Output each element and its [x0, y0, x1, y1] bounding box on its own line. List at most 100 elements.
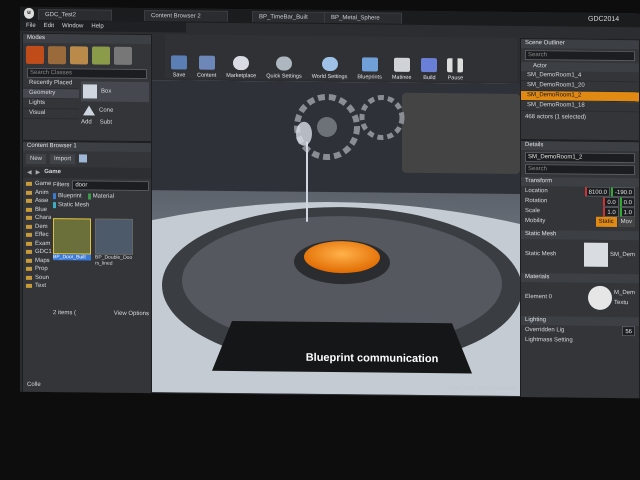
actor-count: 468 actors (1 selected): [525, 114, 587, 121]
material-thumbnail[interactable]: [587, 285, 612, 310]
import-button[interactable]: Import: [50, 154, 76, 165]
menu-help[interactable]: Help: [91, 24, 103, 30]
details-search-input[interactable]: Search: [525, 164, 635, 176]
save-button[interactable]: Save: [167, 38, 191, 78]
filter-material[interactable]: Material: [87, 193, 115, 200]
collections-toggle[interactable]: Colle: [27, 382, 41, 388]
rotation-x[interactable]: 0.0: [603, 196, 619, 208]
main-toolbar: Save Content Marketplace Quick Settings …: [165, 34, 517, 82]
lighting-value[interactable]: 56: [622, 326, 635, 337]
blueprints-button[interactable]: Blueprints: [353, 40, 385, 81]
category-recently-placed[interactable]: Recently Placed: [23, 78, 79, 90]
content-browser-panel: Content Browser 1 New Import ◀ ▶ Game Ga…: [22, 140, 152, 395]
menu-file[interactable]: File: [26, 23, 36, 29]
engine-logo: u: [24, 7, 34, 19]
content-icon: [198, 55, 215, 70]
paint-mode-icon[interactable]: [48, 46, 66, 65]
scene-outliner-tab[interactable]: Scene Outliner: [521, 39, 639, 50]
folder-sounds[interactable]: Soun: [23, 273, 51, 282]
mobility-movable[interactable]: Mov: [617, 217, 635, 228]
actor-name-field[interactable]: SM_DemoRoom1_2: [525, 152, 635, 164]
world-settings-button[interactable]: World Settings: [308, 40, 352, 80]
box-label: Box: [101, 88, 112, 95]
path-game[interactable]: Game: [44, 169, 61, 176]
filter-static-mesh[interactable]: Static Mesh: [53, 202, 149, 210]
brush-add-radio[interactable]: Add: [81, 119, 92, 125]
tab-content-browser-2[interactable]: Content Browser 2: [144, 10, 228, 22]
location-y[interactable]: -190.0: [610, 186, 635, 198]
filter-blueprint[interactable]: Blueprint: [53, 193, 82, 200]
place-mode-icon[interactable]: [26, 45, 44, 65]
forward-icon[interactable]: ▶: [36, 169, 41, 176]
material-sub: Textu: [613, 299, 629, 307]
filters-button[interactable]: Filters: [53, 182, 69, 188]
tab-level[interactable]: GDC_Test2: [38, 8, 112, 21]
blueprint-icon: [361, 57, 378, 72]
build-icon: [421, 57, 438, 73]
pause-button[interactable]: Pause: [443, 41, 467, 81]
level-viewport[interactable]: Blueprint communication Level: GDC_Test2…: [152, 80, 520, 396]
folder-effects[interactable]: Effec: [23, 231, 51, 240]
outliner-search-input[interactable]: Search: [525, 50, 635, 62]
save-label: Save: [172, 72, 186, 79]
folder-demo[interactable]: Dem: [23, 222, 51, 231]
category-geometry[interactable]: Geometry: [23, 88, 79, 100]
mesh-thumbnail[interactable]: [583, 242, 608, 267]
folder-animations[interactable]: Anim: [23, 188, 51, 197]
blueprint-thumbnail-icon: [95, 218, 133, 255]
tab-bp-timebar[interactable]: BP_TimeBar_Built: [252, 11, 330, 23]
folder-props[interactable]: Prop: [23, 265, 51, 274]
menu-window[interactable]: Window: [62, 23, 83, 29]
quick-settings-button[interactable]: Quick Settings: [262, 39, 305, 80]
folder-characters[interactable]: Chara: [23, 214, 51, 223]
asset-tile[interactable]: BP_Double_Doors_lined: [95, 218, 133, 267]
outliner-row[interactable]: SM_DemoRoom1_18: [521, 101, 639, 113]
back-icon[interactable]: ◀: [27, 169, 32, 176]
marketplace-button[interactable]: Marketplace: [222, 39, 260, 79]
folder-assets[interactable]: Asse: [23, 197, 51, 206]
folder-gdc[interactable]: GDC1: [23, 248, 52, 257]
folder-examples[interactable]: Exam: [23, 239, 51, 248]
material-value[interactable]: M_Dem: [614, 288, 635, 298]
tab-bp-metal-sphere[interactable]: BP_Metal_Sphere: [324, 11, 402, 24]
new-button[interactable]: New: [26, 153, 47, 165]
scale-x[interactable]: 1.0: [603, 206, 619, 218]
view-options-button[interactable]: View Options: [114, 311, 149, 317]
folder-maps[interactable]: Maps: [23, 256, 51, 265]
modes-search-input[interactable]: Search Classes: [27, 67, 147, 80]
scale-y[interactable]: 1.0: [619, 207, 635, 218]
cone-item[interactable]: Cone: [81, 103, 149, 118]
asset-tile[interactable]: BP_Door_Built: [53, 218, 91, 266]
geometry-mode-icon[interactable]: [114, 46, 132, 65]
brush-subtract-radio[interactable]: Subt: [100, 120, 112, 126]
matinee-button[interactable]: Matinee: [388, 41, 416, 81]
foliage-mode-icon[interactable]: [92, 46, 110, 65]
folder-blueprints[interactable]: Blue: [23, 205, 51, 214]
clapperboard-icon: [393, 57, 410, 72]
build-button[interactable]: Build: [417, 41, 441, 81]
rotation-label: Rotation: [525, 198, 548, 205]
details-tab[interactable]: Details: [521, 141, 639, 152]
folder-game[interactable]: Game: [23, 180, 51, 189]
folder-textures[interactable]: Text: [23, 282, 51, 291]
content-button[interactable]: Content: [193, 39, 220, 79]
category-lights[interactable]: Lights: [23, 98, 79, 110]
cone-icon: [83, 105, 95, 116]
lightmass-settings[interactable]: Lightmass Setting: [525, 335, 573, 345]
scene-render: [152, 80, 520, 396]
editor-window: u GDC_Test2 Content Browser 2 BP_TimeBar…: [20, 6, 640, 399]
asset-search-input[interactable]: door: [72, 180, 149, 192]
category-visual[interactable]: Visual: [23, 108, 79, 120]
element-label: Element 0: [525, 294, 553, 301]
globe-icon: [321, 56, 338, 72]
save-all-icon[interactable]: [79, 154, 88, 163]
landscape-mode-icon[interactable]: [70, 46, 88, 65]
mobility-static[interactable]: Static: [595, 216, 617, 228]
rotation-y[interactable]: 0.0: [619, 197, 635, 208]
box-item[interactable]: Box: [81, 81, 149, 103]
menu-edit[interactable]: Edit: [44, 23, 54, 29]
details-panel: Details SM_DemoRoom1_2 Search Transform …: [520, 139, 640, 399]
location-x[interactable]: 8100.0: [584, 186, 610, 197]
mobility-label: Mobility: [525, 218, 546, 225]
static-mesh-value[interactable]: SM_Dem: [610, 250, 635, 260]
